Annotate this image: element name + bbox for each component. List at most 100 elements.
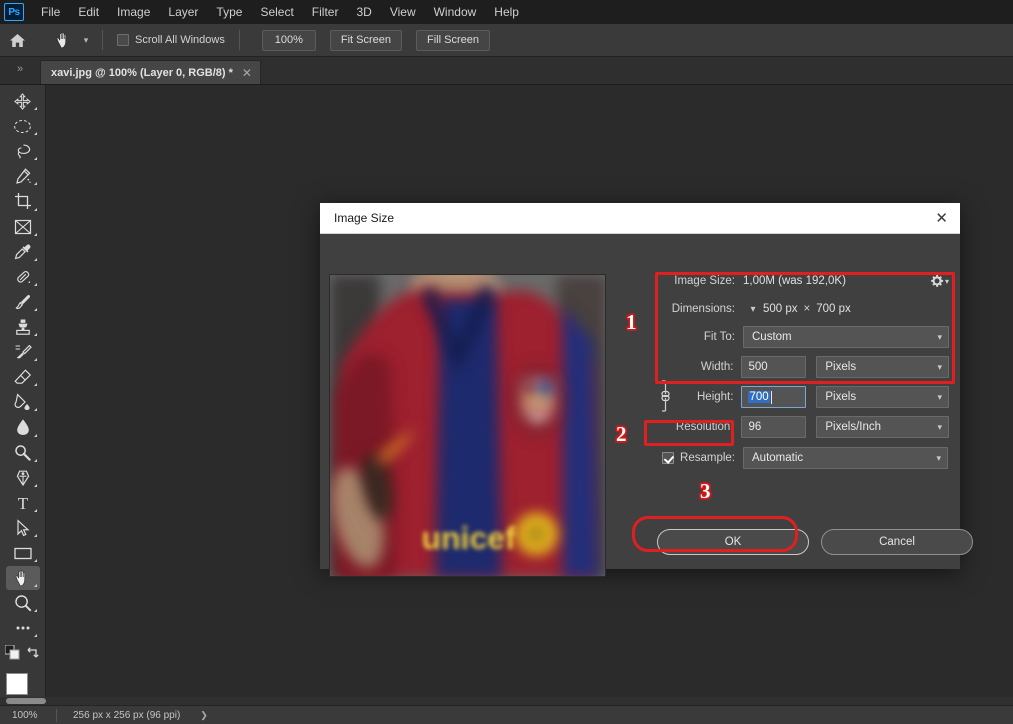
- cancel-button[interactable]: Cancel: [821, 529, 973, 555]
- resolution-input[interactable]: 96: [741, 416, 807, 438]
- image-size-row: Image Size: 1,00M (was 192,0K) ▾: [657, 272, 949, 290]
- brush-tool[interactable]: [6, 290, 40, 314]
- width-unit-select[interactable]: Pixels ▾: [816, 356, 949, 378]
- dialog-controls: Image Size: 1,00M (was 192,0K) ▾ Dimensi…: [657, 272, 949, 469]
- tool-group-indicator: [33, 458, 37, 462]
- home-icon[interactable]: [0, 24, 34, 57]
- edit-toolbar-tool[interactable]: [6, 616, 40, 640]
- ok-button[interactable]: OK: [657, 529, 809, 555]
- fill-screen-button[interactable]: Fill Screen: [416, 29, 490, 51]
- tool-group-indicator: [33, 257, 37, 261]
- fit-to-select[interactable]: Custom ▾: [743, 326, 949, 348]
- tool-group-indicator: [33, 132, 37, 136]
- tool-group-indicator: [33, 232, 37, 236]
- menu-image[interactable]: Image: [108, 2, 159, 22]
- quick-selection-tool[interactable]: [6, 164, 40, 188]
- scroll-all-windows-option[interactable]: Scroll All Windows: [117, 34, 225, 46]
- chevron-right-icon[interactable]: ❯: [200, 710, 208, 721]
- foreground-color-swatch[interactable]: [5, 673, 28, 696]
- resample-method-select[interactable]: Automatic ▾: [743, 447, 948, 469]
- frame-tool[interactable]: [6, 215, 40, 239]
- resolution-unit-value: Pixels/Inch: [825, 421, 881, 433]
- clone-stamp-tool[interactable]: [6, 315, 40, 339]
- default-colors-icon[interactable]: [4, 644, 20, 665]
- close-icon[interactable]: ✕: [242, 67, 252, 79]
- height-input[interactable]: 700: [741, 386, 807, 408]
- height-row: Height: 700 Pixels ▾: [657, 386, 949, 408]
- hand-tool[interactable]: [5, 566, 40, 591]
- menu-file[interactable]: File: [32, 2, 69, 22]
- menu-help[interactable]: Help: [485, 2, 528, 22]
- history-brush-tool[interactable]: [6, 340, 40, 364]
- dimensions-chevron-down-icon[interactable]: ▾: [743, 304, 763, 315]
- resolution-unit-select[interactable]: Pixels/Inch ▾: [816, 416, 949, 438]
- horizontal-scrollbar[interactable]: [0, 697, 1013, 705]
- chevron-down-icon: ▾: [937, 391, 942, 402]
- hand-tool-icon[interactable]: [48, 24, 78, 57]
- menu-window[interactable]: Window: [425, 2, 486, 22]
- resolution-label: Resolution:: [675, 421, 734, 433]
- tool-group-indicator: [33, 282, 37, 286]
- path-selection-tool[interactable]: [6, 516, 40, 540]
- document-tab-xavi[interactable]: xavi.jpg @ 100% (Layer 0, RGB/8) * ✕: [40, 60, 261, 84]
- rectangle-tool[interactable]: [6, 541, 40, 565]
- blur-tool[interactable]: [6, 415, 40, 439]
- crop-tool[interactable]: [6, 189, 40, 213]
- resample-toggle[interactable]: Resample:: [657, 452, 743, 464]
- zoom-100-button[interactable]: 100%: [261, 29, 316, 51]
- dimensions-width-value: 500 px: [763, 303, 798, 315]
- fit-screen-button[interactable]: Fit Screen: [329, 29, 402, 51]
- tool-group-indicator: [33, 358, 37, 362]
- menu-type[interactable]: Type: [207, 2, 251, 22]
- width-label: Width:: [700, 361, 734, 373]
- eraser-tool[interactable]: [6, 365, 40, 389]
- status-zoom-level[interactable]: 100%: [0, 710, 56, 721]
- close-icon[interactable]: ✕: [935, 211, 948, 226]
- height-unit-select[interactable]: Pixels ▾: [816, 386, 949, 408]
- lasso-tool[interactable]: [6, 139, 40, 163]
- dodge-tool[interactable]: [6, 441, 40, 465]
- swap-colors-icon[interactable]: [26, 646, 40, 665]
- menu-layer[interactable]: Layer: [159, 2, 207, 22]
- resample-checkbox[interactable]: [662, 452, 675, 464]
- photoshop-window: Ps File Edit Image Layer Type Select Fil…: [0, 0, 1013, 724]
- double-chevron-right-icon[interactable]: »: [0, 56, 40, 84]
- elliptical-marquee-tool[interactable]: [6, 114, 40, 138]
- width-input[interactable]: 500: [741, 356, 807, 378]
- photoshop-logo: Ps: [4, 3, 24, 21]
- tool-group-indicator: [33, 207, 37, 211]
- menu-3d[interactable]: 3D: [347, 2, 380, 22]
- fit-to-value: Custom: [752, 331, 792, 343]
- spot-healing-brush-tool[interactable]: [6, 265, 40, 289]
- status-document-dimensions: 256 px x 256 px (96 ppi): [73, 709, 181, 721]
- menu-select[interactable]: Select: [251, 2, 302, 22]
- height-input-value: 700: [748, 391, 770, 403]
- tool-group-indicator: [33, 182, 37, 186]
- chain-link-icon[interactable]: [660, 379, 671, 418]
- dimensions-row: Dimensions: ▾ 500 px × 700 px: [657, 300, 949, 318]
- eyedropper-tool[interactable]: [6, 240, 40, 264]
- dialog-title-bar: Image Size ✕: [320, 203, 960, 234]
- menu-edit[interactable]: Edit: [69, 2, 108, 22]
- gear-icon[interactable]: ▾: [930, 274, 949, 288]
- tools-panel: T: [0, 85, 46, 707]
- tool-group-indicator: [33, 508, 37, 512]
- menu-filter[interactable]: Filter: [303, 2, 348, 22]
- menu-view[interactable]: View: [381, 2, 425, 22]
- width-row: Width: 500 Pixels ▾: [657, 356, 949, 378]
- resample-method-value: Automatic: [752, 452, 804, 464]
- document-tab-bar: » xavi.jpg @ 100% (Layer 0, RGB/8) * ✕: [0, 57, 1013, 85]
- scroll-all-windows-checkbox[interactable]: [117, 34, 129, 46]
- dimensions-value: 500 px × 700 px: [763, 303, 851, 315]
- gradient-tool[interactable]: [6, 390, 40, 414]
- horizontal-type-tool[interactable]: T: [6, 491, 40, 515]
- tool-group-indicator: [33, 433, 37, 437]
- move-tool[interactable]: [6, 89, 40, 113]
- scrollbar-thumb[interactable]: [6, 698, 46, 704]
- chevron-down-icon: ▾: [937, 331, 942, 342]
- pen-tool[interactable]: [6, 466, 40, 490]
- zoom-tool[interactable]: [6, 591, 40, 615]
- image-preview[interactable]: [329, 274, 606, 577]
- preview-canvas: [330, 275, 605, 576]
- tool-preset-chevron-down-icon[interactable]: ▾: [78, 24, 94, 57]
